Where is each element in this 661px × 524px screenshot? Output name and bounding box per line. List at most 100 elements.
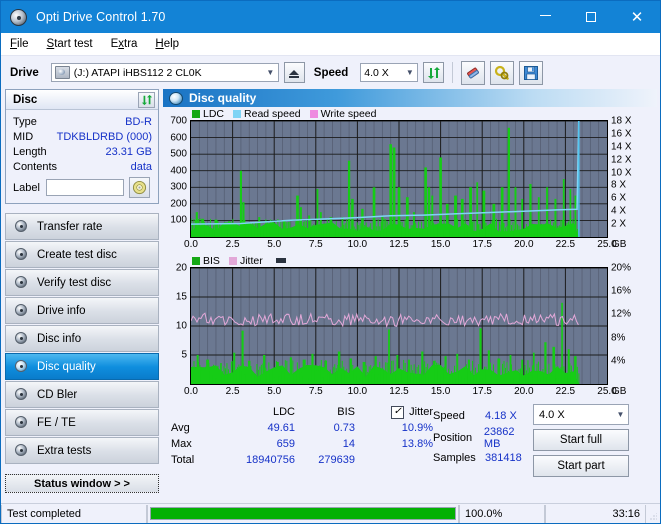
status-window-button[interactable]: Status window > > xyxy=(5,474,159,493)
drive-toolbar: Drive (J:) ATAPI iHBS112 2 CL0K ▼ Speed … xyxy=(1,56,660,89)
toolbar-separator xyxy=(452,62,454,83)
sidebar-item-drive-info[interactable]: Drive info xyxy=(5,297,159,324)
close-button[interactable]: ✕ xyxy=(614,1,660,33)
disc-refresh-button[interactable] xyxy=(138,91,155,108)
chevron-down-icon: ▼ xyxy=(405,68,414,77)
menu-item-file[interactable]: File xyxy=(10,38,29,50)
disc-icon xyxy=(14,247,30,262)
disc-label-key: Label xyxy=(13,181,40,194)
y2-tick-label: 2 X xyxy=(611,218,627,230)
stats-table: LDC BIS ✓ Jitter Avg 49.61 0.73 10.9% Ma… xyxy=(171,404,433,477)
disc-row-type-value: BD-R xyxy=(125,115,152,128)
stats-speed-key: Speed xyxy=(433,409,465,422)
disc-icon xyxy=(14,275,30,290)
legend-label-ldc: LDC xyxy=(203,107,225,120)
disc-label-input[interactable] xyxy=(45,179,124,196)
eraser-icon xyxy=(467,67,480,78)
app-window: Opti Drive Control 1.70 ✕ File Start tes… xyxy=(0,0,661,524)
ldc-x-axis: 0.0 2.5 5.0 7.5 10.0 12.5 15.0 17.5 20.0 22.5 25.0… xyxy=(184,238,626,252)
refresh-icon xyxy=(141,94,152,105)
stats-row-total: Total 18940756 279639 xyxy=(171,452,433,468)
sidebar-item-label: Create test disc xyxy=(37,248,117,261)
disc-label-button[interactable] xyxy=(128,177,150,198)
speed-select[interactable]: 4.0 X ▼ xyxy=(360,63,419,82)
legend-swatch-read-speed xyxy=(233,109,242,118)
eject-button[interactable] xyxy=(283,62,305,83)
y-tick-label: 15 xyxy=(175,291,187,303)
y2-tick-label: 4 X xyxy=(611,205,627,217)
window-title: Opti Drive Control 1.70 xyxy=(36,10,166,24)
drive-select[interactable]: (J:) ATAPI iHBS112 2 CL0K ▼ xyxy=(50,63,279,82)
speed-label: Speed xyxy=(313,66,349,79)
menu-file-rest: ile xyxy=(17,38,29,50)
bis-chart: BIS Jitter 5 10 15 20 4% 8% 12% 16% 20% 0.0 2.5 5… xyxy=(163,254,657,399)
refresh-button[interactable] xyxy=(423,62,445,83)
y2-tick-label: 12 X xyxy=(611,154,632,166)
disc-row-mid-key: MID xyxy=(13,130,34,143)
disc-row-type-key: Type xyxy=(13,115,37,128)
legend-swatch-jitter xyxy=(228,256,237,265)
sidebar-item-fe-te[interactable]: FE / TE xyxy=(5,409,159,436)
disc-icon xyxy=(14,387,30,402)
drive-icon xyxy=(54,66,70,79)
sidebar-item-cd-bler[interactable]: CD Bler xyxy=(5,381,159,408)
stats-row-avg: Avg 49.61 0.73 10.9% xyxy=(171,420,433,436)
stats-row-avg-label: Avg xyxy=(171,422,190,434)
legend-label-read-speed: Read speed xyxy=(244,107,301,120)
legend-swatch-write-speed xyxy=(309,109,318,118)
disc-icon xyxy=(14,303,30,318)
x-tick-label: 2.5 xyxy=(225,239,240,250)
legend-item-bis: BIS xyxy=(192,255,220,267)
x-tick-label: 22.5 xyxy=(555,239,576,250)
stats-header-row: LDC BIS ✓ Jitter xyxy=(171,404,433,420)
sidebar-item-disc-quality[interactable]: Disc quality xyxy=(5,353,159,380)
disc-row-length: Length 23.31 GB xyxy=(13,144,152,159)
disc-row-length-key: Length xyxy=(13,145,47,158)
y2-tick-label: 12% xyxy=(611,308,632,320)
start-full-button[interactable]: Start full xyxy=(533,429,629,451)
disc-panel-title: Disc xyxy=(13,93,38,106)
menu-item-start-test[interactable]: Start test xyxy=(47,38,93,50)
x-tick-label: 22.5 xyxy=(555,386,576,397)
sidebar-item-create-test-disc[interactable]: Create test disc xyxy=(5,241,159,268)
save-button[interactable] xyxy=(519,60,544,85)
stats-col-bis: BIS xyxy=(337,406,355,418)
sidebar-item-label: Drive info xyxy=(37,304,86,317)
y2-tick-label: 18 X xyxy=(611,115,632,127)
sidebar-item-disc-info[interactable]: Disc info xyxy=(5,325,159,352)
y-tick-label: 20 xyxy=(175,262,187,274)
legend-label-jitter: Jitter xyxy=(239,254,263,267)
stats-max-bis: 14 xyxy=(342,438,355,450)
erase-button[interactable] xyxy=(461,60,486,85)
ldc-speed-axis: 2 X4 X6 X8 X 10 X 12 X 14 X 16 X 18 X xyxy=(608,116,639,238)
sidebar-item-extra-tests[interactable]: Extra tests xyxy=(5,437,159,464)
disc-row-mid-value: TDKBLDRBD (000) xyxy=(56,130,152,143)
disc-label-row: Label xyxy=(13,177,152,198)
menu-item-help[interactable]: Help xyxy=(155,38,179,50)
sidebar-item-transfer-rate[interactable]: Transfer rate xyxy=(5,213,159,240)
bis-x-axis: 0.0 2.5 5.0 7.5 10.0 12.5 15.0 17.5 20.0 22.5 25.0… xyxy=(184,385,626,399)
test-speed-select[interactable]: 4.0 X ▼ xyxy=(533,404,629,425)
menu-item-extra[interactable]: Extra xyxy=(111,38,138,50)
stats-position-row: Position 23862 MB xyxy=(433,426,533,450)
maximize-button[interactable] xyxy=(568,1,614,33)
x-tick-label: 17.5 xyxy=(472,386,492,397)
x-tick-label: 15.0 xyxy=(430,386,451,397)
drive-select-value: (J:) ATAPI iHBS112 2 CL0K xyxy=(73,66,202,79)
stats-position-key: Position xyxy=(433,431,473,444)
drive-label: Drive xyxy=(10,66,39,79)
start-part-button[interactable]: Start part xyxy=(533,455,629,477)
settings-button[interactable] xyxy=(490,60,515,85)
legend-item-write-speed: Write speed xyxy=(309,108,377,120)
disc-icon xyxy=(169,91,183,105)
y-tick-label: 700 xyxy=(170,115,187,127)
minimize-button[interactable] xyxy=(522,1,568,33)
stats-row-max-label: Max xyxy=(171,438,192,450)
resize-grip[interactable] xyxy=(646,505,660,523)
sidebar-item-verify-test-disc[interactable]: Verify test disc xyxy=(5,269,159,296)
speed-select-value: 4.0 X xyxy=(364,66,389,79)
disc-icon xyxy=(14,331,30,346)
legend-item-ldc: LDC xyxy=(192,108,224,120)
progress-cell xyxy=(147,504,459,523)
jitter-checkbox[interactable]: ✓ xyxy=(391,405,405,419)
